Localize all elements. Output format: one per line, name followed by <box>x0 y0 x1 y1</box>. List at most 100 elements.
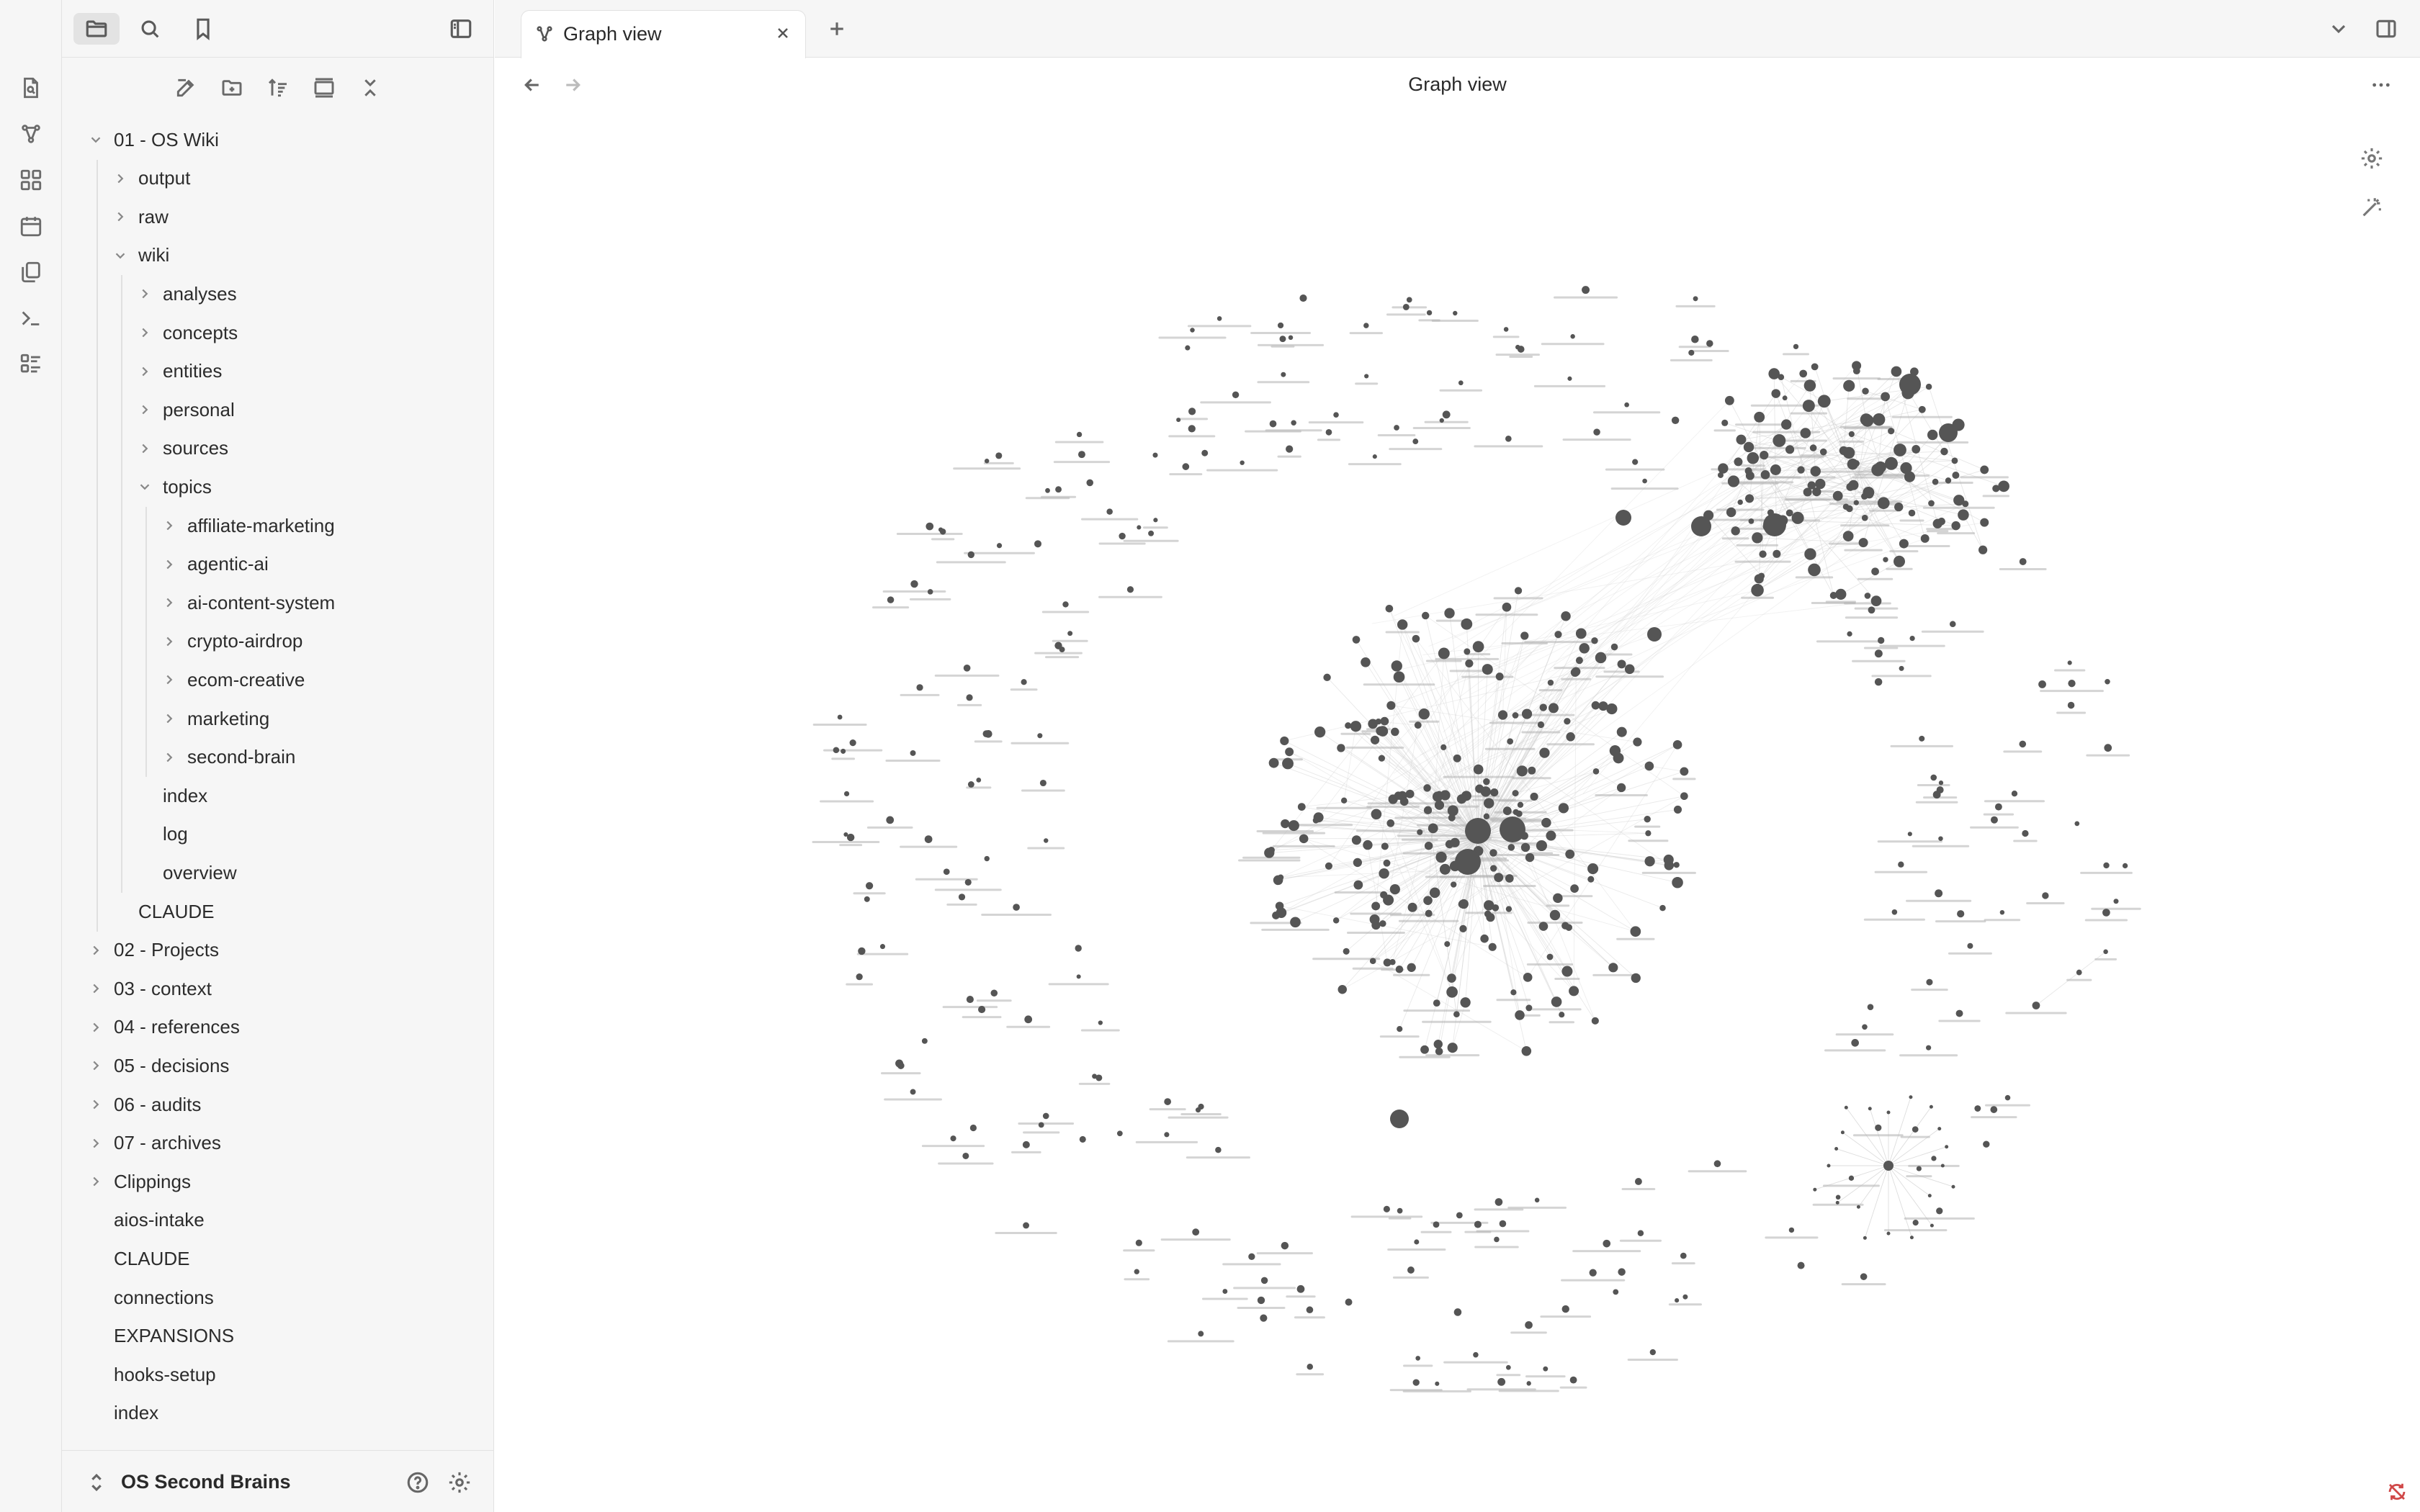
chevron-right-icon[interactable] <box>86 1056 105 1075</box>
tree-folder-output[interactable]: output <box>62 160 494 197</box>
new-folder-button[interactable] <box>218 73 246 102</box>
search-tab-button[interactable] <box>127 13 173 45</box>
new-note-button[interactable] <box>171 73 200 102</box>
tab-list-chevron-down-icon[interactable] <box>2324 14 2353 43</box>
graph-canvas[interactable] <box>495 111 2420 1512</box>
more-options-icon[interactable] <box>2365 69 2397 101</box>
chevron-right-icon[interactable] <box>135 439 154 458</box>
tree-folder-personal[interactable]: personal <box>62 391 494 428</box>
vault-switch-chevron-icon[interactable] <box>82 1468 111 1497</box>
tree-folder-agentic-ai[interactable]: agentic-ai <box>62 546 494 583</box>
tree-file-claude[interactable]: CLAUDE <box>62 1240 494 1277</box>
chevron-right-icon[interactable] <box>160 516 179 535</box>
tree-file-aios-intake[interactable]: aios-intake <box>62 1202 494 1239</box>
tree-folder-clippings[interactable]: Clippings <box>62 1163 494 1200</box>
chevron-right-icon[interactable] <box>135 323 154 342</box>
tree-folder-topics[interactable]: topics <box>62 468 494 505</box>
open-quick-switcher-icon[interactable] <box>17 73 45 102</box>
chevron-down-icon[interactable] <box>111 246 130 265</box>
graph-node <box>1546 953 1554 960</box>
tree-folder-03-context[interactable]: 03 - context <box>62 970 494 1007</box>
chevron-right-icon[interactable] <box>135 362 154 381</box>
tree-file-index[interactable]: index <box>62 777 494 814</box>
chevron-right-icon[interactable] <box>135 284 154 303</box>
tree-folder-crypto-airdrop[interactable]: crypto-airdrop <box>62 623 494 660</box>
collapse-sidebar-button[interactable] <box>438 13 484 45</box>
chevron-right-icon[interactable] <box>160 670 179 689</box>
graph-node <box>1023 1222 1030 1229</box>
tree-folder-wiki[interactable]: wiki <box>62 237 494 274</box>
graph-node-label-stub <box>1671 1262 1695 1265</box>
bases-icon[interactable] <box>17 350 45 379</box>
chevron-right-icon[interactable] <box>135 400 154 419</box>
graph-node-label-stub <box>1206 469 1278 472</box>
chevron-down-icon[interactable] <box>135 477 154 496</box>
tree-folder-concepts[interactable]: concepts <box>62 314 494 351</box>
chevron-right-icon[interactable] <box>111 207 130 226</box>
auto-reveal-button[interactable] <box>310 73 339 102</box>
new-tab-button[interactable] <box>823 14 851 43</box>
tree-folder-04-references[interactable]: 04 - references <box>62 1009 494 1046</box>
chevron-right-icon[interactable] <box>86 1095 105 1114</box>
graph-node <box>1188 408 1196 415</box>
tree-file-connections[interactable]: connections <box>62 1279 494 1316</box>
chevron-right-icon[interactable] <box>160 555 179 574</box>
graph-node <box>1440 744 1447 751</box>
canvas-icon[interactable] <box>17 166 45 194</box>
tree-folder-raw[interactable]: raw <box>62 198 494 235</box>
sync-status-icon[interactable] <box>2383 1477 2411 1506</box>
tree-folder-07-archives[interactable]: 07 - archives <box>62 1125 494 1162</box>
tab-graph-view[interactable]: Graph view <box>521 10 806 58</box>
templates-icon[interactable] <box>17 258 45 287</box>
graph-node <box>1423 784 1431 792</box>
vault-name[interactable]: OS Second Brains <box>121 1471 291 1493</box>
help-icon[interactable] <box>403 1468 432 1497</box>
chevron-right-icon[interactable] <box>160 593 179 612</box>
graph-node <box>1569 986 1579 996</box>
graph-node <box>2105 678 2110 685</box>
files-tab-button[interactable] <box>73 13 120 45</box>
tree-folder-entities[interactable]: entities <box>62 353 494 390</box>
graph-node-label-stub <box>1403 1364 1433 1367</box>
tree-folder-06-audits[interactable]: 06 - audits <box>62 1086 494 1123</box>
chevron-right-icon[interactable] <box>86 1018 105 1037</box>
chevron-right-icon[interactable] <box>86 1172 105 1191</box>
tree-folder-analyses[interactable]: analyses <box>62 275 494 312</box>
daily-note-icon[interactable] <box>17 212 45 240</box>
tree-file-log[interactable]: log <box>62 816 494 853</box>
tree-file-index[interactable]: index <box>62 1395 494 1432</box>
sort-order-button[interactable] <box>264 73 292 102</box>
bookmarks-tab-button[interactable] <box>180 13 226 45</box>
toggle-right-sidebar-button[interactable] <box>2372 14 2401 43</box>
tree-folder-ecom-creative[interactable]: ecom-creative <box>62 661 494 698</box>
chevron-right-icon[interactable] <box>86 1134 105 1153</box>
tree-folder-05-decisions[interactable]: 05 - decisions <box>62 1047 494 1084</box>
terminal-icon[interactable] <box>17 304 45 333</box>
chevron-right-icon[interactable] <box>111 169 130 188</box>
tree-folder-second-brain[interactable]: second-brain <box>62 739 494 776</box>
chevron-right-icon[interactable] <box>160 632 179 651</box>
graph-icon[interactable] <box>17 120 45 148</box>
tree-folder-ai-content-system[interactable]: ai-content-system <box>62 584 494 621</box>
tree-folder-affiliate-marketing[interactable]: affiliate-marketing <box>62 507 494 544</box>
tree-file-overview[interactable]: overview <box>62 854 494 891</box>
tree-folder-marketing[interactable]: marketing <box>62 700 494 737</box>
graph-node <box>1858 538 1868 548</box>
tree-folder-02-projects[interactable]: 02 - Projects <box>62 932 494 969</box>
close-icon[interactable] <box>771 21 795 45</box>
chevron-right-icon[interactable] <box>86 941 105 960</box>
indent-guide <box>97 159 98 932</box>
tree-file-claude[interactable]: CLAUDE <box>62 893 494 930</box>
tree-file-hooks-setup[interactable]: hooks-setup <box>62 1356 494 1393</box>
chevron-right-icon[interactable] <box>86 979 105 998</box>
tree-file-expansions[interactable]: EXPANSIONS <box>62 1318 494 1355</box>
chevron-right-icon[interactable] <box>160 709 179 728</box>
graph-node-label-stub <box>1960 476 2009 479</box>
chevron-down-icon[interactable] <box>86 130 105 149</box>
collapse-all-button[interactable] <box>356 73 385 102</box>
graph-node-label-stub <box>1425 1054 1480 1057</box>
tree-folder-sources[interactable]: sources <box>62 430 494 467</box>
tree-folder-01-os-wiki[interactable]: 01 - OS Wiki <box>62 121 494 158</box>
settings-gear-icon[interactable] <box>445 1468 474 1497</box>
chevron-right-icon[interactable] <box>160 748 179 767</box>
